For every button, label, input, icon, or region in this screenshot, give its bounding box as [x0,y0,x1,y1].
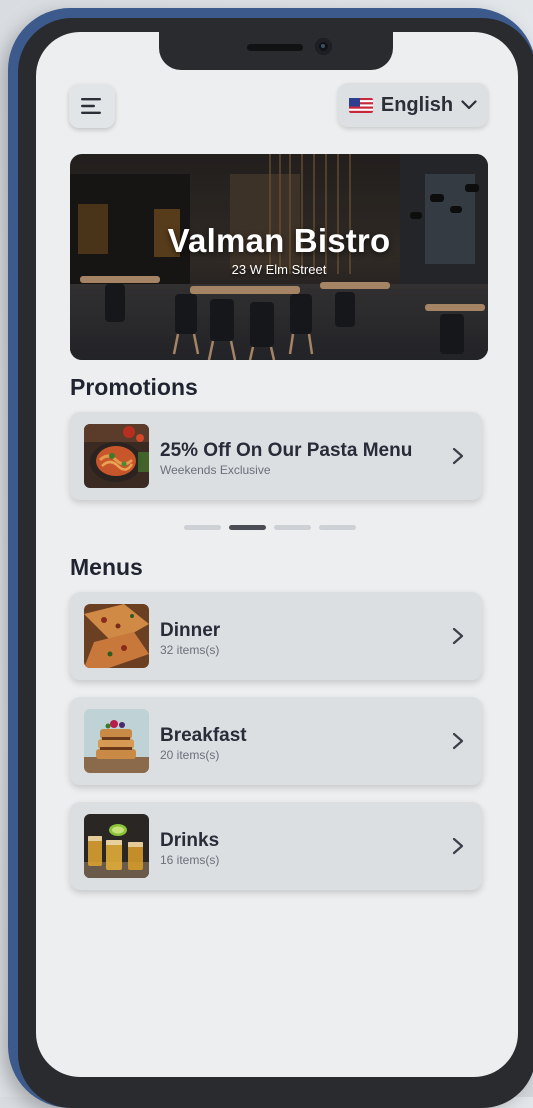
us-flag-icon [348,97,373,113]
front-camera [315,38,332,55]
menu-count-breakfast: 20 items(s) [160,748,220,762]
promotions-heading: Promotions [70,374,198,400]
chevron-right-icon [452,447,464,465]
carousel-dot-active[interactable] [229,525,266,530]
speaker-grille [247,44,303,51]
menu-card-breakfast[interactable]: Breakfast 20 items(s) [70,697,482,785]
breakfast-thumbnail [84,709,149,773]
restaurant-hero-image: Valman Bistro 23 W Elm Street [70,154,488,360]
promotion-card[interactable]: 25% Off On Our Pasta Menu Weekends Exclu… [70,412,482,500]
pasta-thumbnail [84,424,149,488]
dinner-thumbnail [84,604,149,668]
promotion-subtitle: Weekends Exclusive [160,463,271,477]
menu-title-breakfast: Breakfast [160,725,247,746]
promotion-title: 25% Off On Our Pasta Menu [160,440,413,461]
hamburger-icon [81,98,101,114]
menu-count-dinner: 32 items(s) [160,643,220,657]
restaurant-address: 23 W Elm Street [231,262,327,277]
chevron-right-icon [452,837,464,855]
menus-heading: Menus [70,554,143,580]
menu-count-drinks: 16 items(s) [160,853,220,867]
chevron-down-icon [461,100,477,110]
carousel-dot[interactable] [184,525,221,530]
drinks-thumbnail [84,814,149,878]
app-screen: English Valman Bistro 23 W Elm Street Pr… [36,32,518,1077]
menu-title-drinks: Drinks [160,830,220,851]
chevron-right-icon [452,732,464,750]
phone-notch [159,32,393,70]
hamburger-menu-button[interactable] [69,84,115,128]
restaurant-name: Valman Bistro [167,222,391,259]
menu-card-dinner[interactable]: Dinner 32 items(s) [70,592,482,680]
menu-card-drinks[interactable]: Drinks 16 items(s) [70,802,482,890]
chevron-right-icon [452,627,464,645]
language-selector[interactable]: English [338,83,488,127]
menu-title-dinner: Dinner [160,620,221,641]
promotion-carousel-indicator [184,525,356,530]
carousel-dot[interactable] [274,525,311,530]
language-label: English [380,93,454,116]
carousel-dot[interactable] [319,525,356,530]
